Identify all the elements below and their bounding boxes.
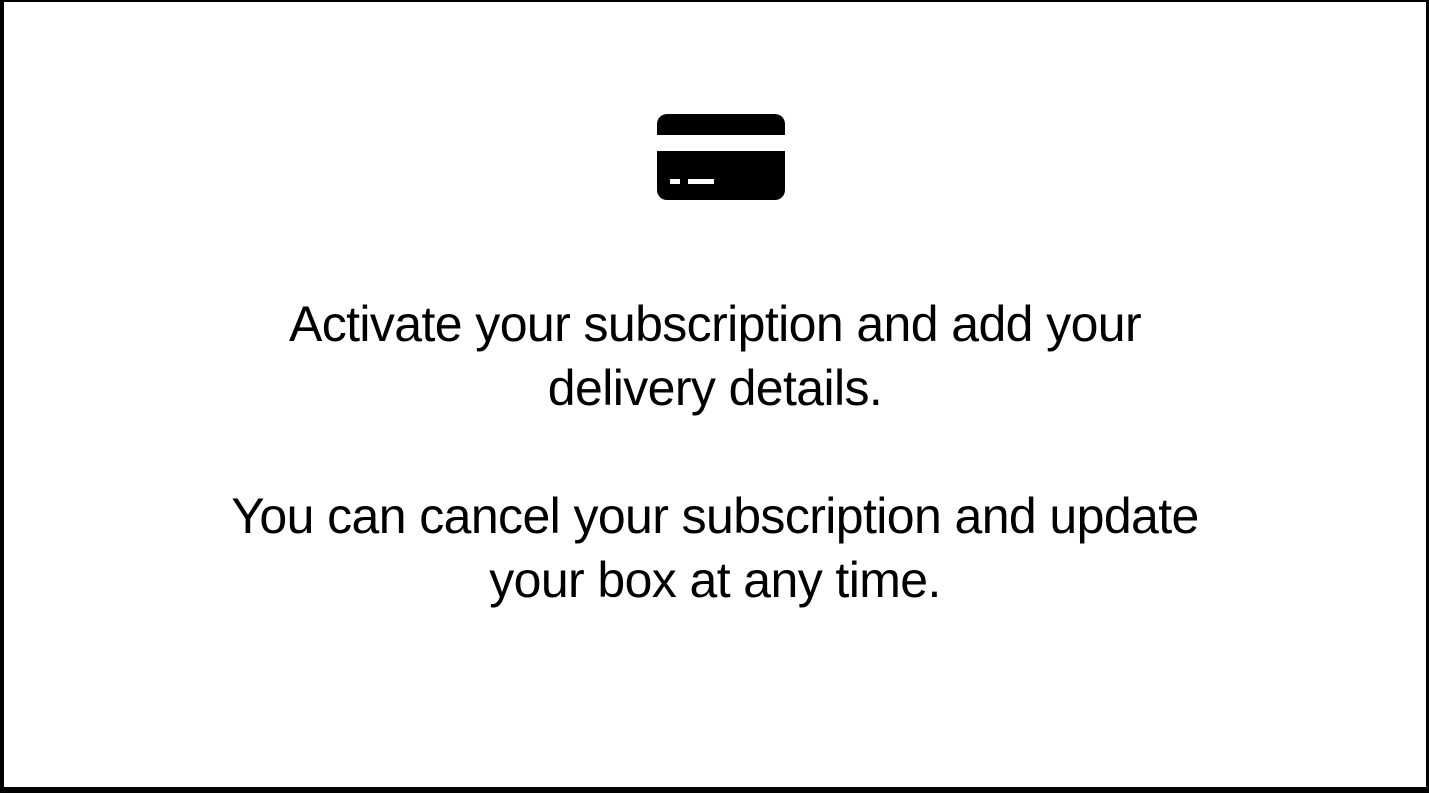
message-line: delivery details. [547,360,883,416]
message-line: You can cancel your subscription and upd… [231,488,1199,544]
activate-subscription-message: Activate your subscription and add your … [4,292,1426,420]
message-line: Activate your subscription and add your [288,296,1142,352]
message-line: your box at any time. [489,552,941,608]
credit-card-icon [657,114,785,200]
cancel-subscription-message: You can cancel your subscription and upd… [4,484,1426,612]
subscription-info-panel: Activate your subscription and add your … [0,0,1429,793]
